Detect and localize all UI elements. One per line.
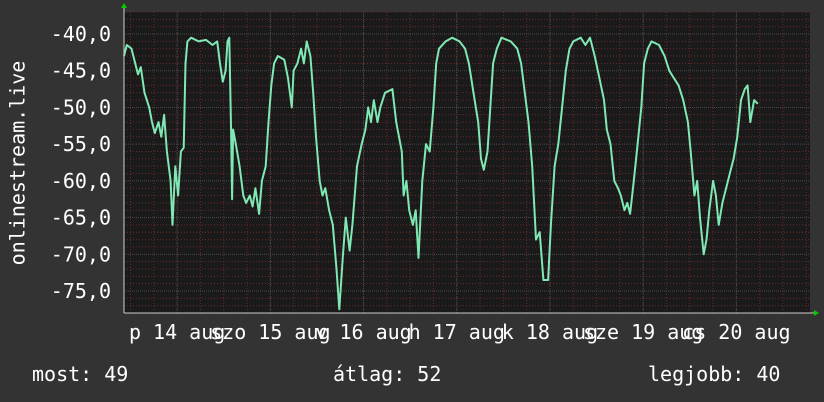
y-tick-label: -70,0 xyxy=(51,242,111,266)
y-tick-label: -50,0 xyxy=(51,95,111,119)
x-tick-label: v 16 aug xyxy=(315,320,411,344)
y-tick-label: -55,0 xyxy=(51,132,111,156)
x-axis-arrow xyxy=(814,310,819,316)
y-axis-label: onlinestream.live xyxy=(6,61,30,266)
current-value: most: 49 xyxy=(32,362,129,386)
average-value: átlag: 52 xyxy=(333,362,442,386)
y-axis-arrow xyxy=(121,3,127,8)
x-tick-label: h 17 aug xyxy=(409,320,505,344)
y-tick-label: -60,0 xyxy=(51,169,111,193)
y-tick-label: -40,0 xyxy=(51,22,111,46)
line-chart: -40,0 -45,0 -50,0 -55,0 -60,0 -65,0 -70,0 -75,0… xyxy=(6,3,819,344)
x-tick-label: cs 20 aug xyxy=(682,320,790,344)
y-tick-labels: -40,0 -45,0 -50,0 -55,0 -60,0 -65,0 -70,0 -75,0 xyxy=(51,22,111,303)
y-tick-label: -45,0 xyxy=(51,59,111,83)
best-value: legjobb: 40 xyxy=(648,362,781,386)
x-tick-label: szo 15 aug xyxy=(210,320,330,344)
y-tick-label: -65,0 xyxy=(51,206,111,230)
y-tick-label: -75,0 xyxy=(51,279,111,303)
x-tick-labels: p 14 augszo 15 augv 16 augh 17 augk 18 a… xyxy=(129,320,791,344)
